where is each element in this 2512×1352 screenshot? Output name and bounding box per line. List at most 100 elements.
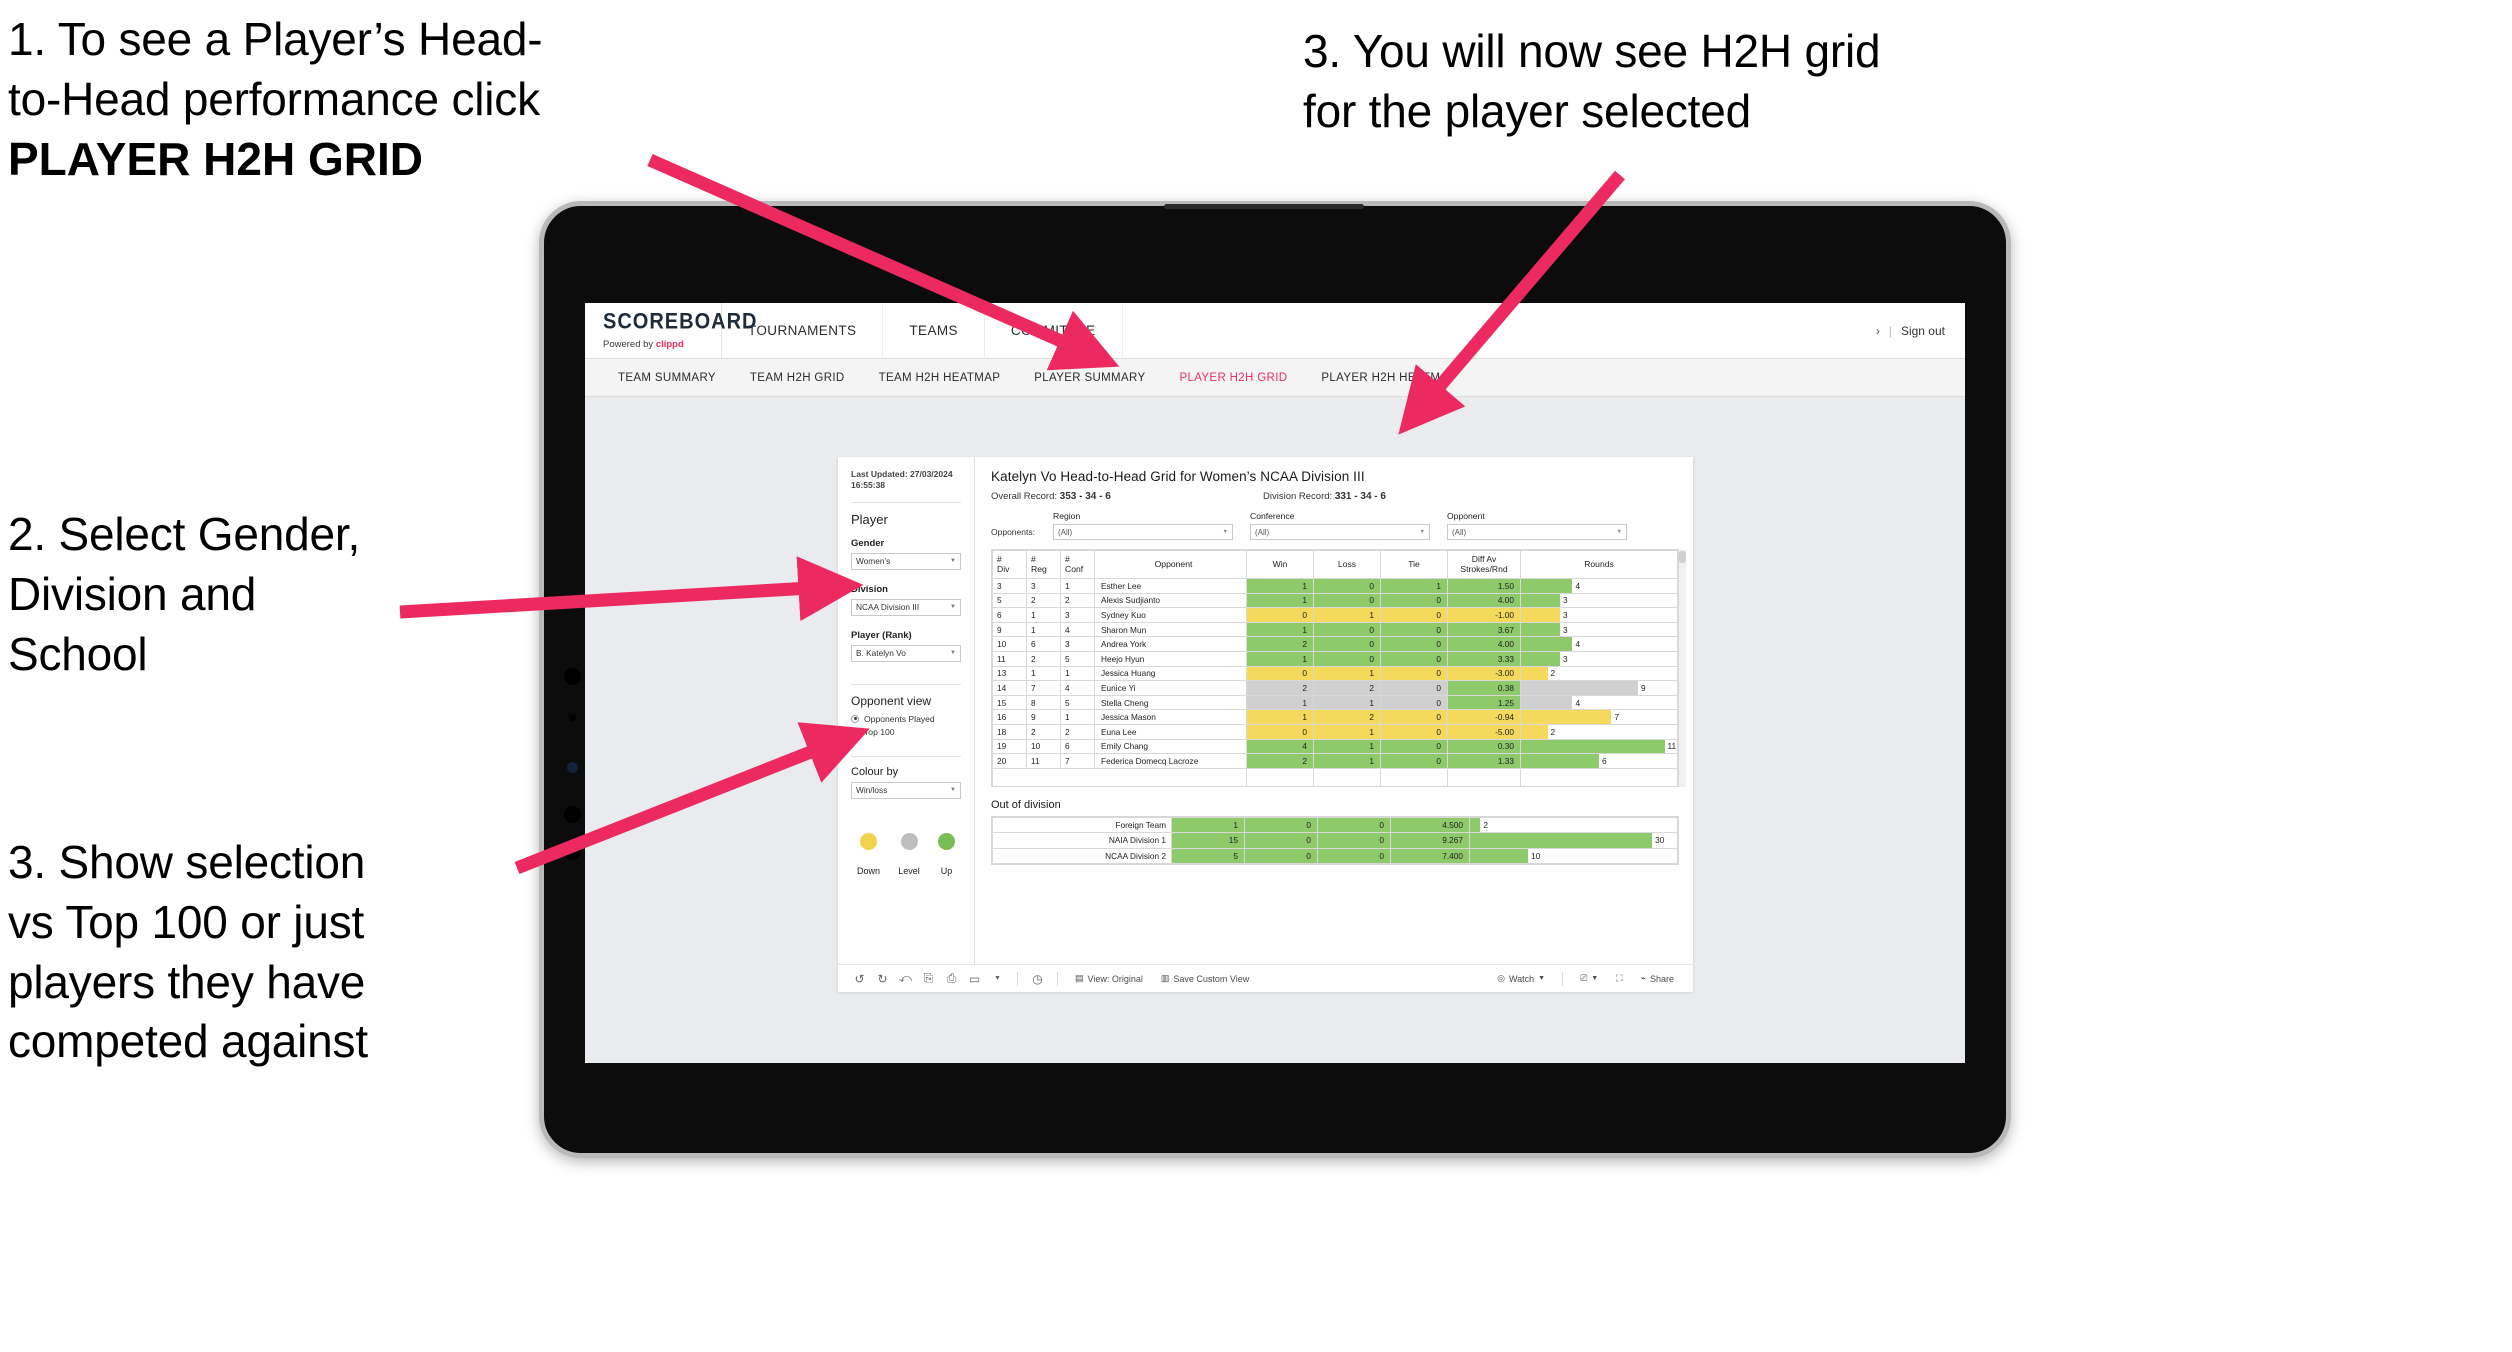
cell-win: 4	[1246, 738, 1314, 755]
table-row[interactable]: 16 9 1 Jessica Mason 1 2 0 -0.94 7	[992, 709, 1678, 725]
watch-button[interactable]: ◎ Watch ▼	[1488, 973, 1554, 984]
subnav-team-h2h-grid[interactable]: TEAM H2H GRID	[733, 372, 862, 384]
cell-rounds: 6	[1520, 753, 1678, 769]
radio-icon	[851, 727, 859, 736]
cell-diff: 3.33	[1447, 650, 1521, 667]
conference-select[interactable]: (All) ▼	[1250, 524, 1430, 540]
col-conf-l1: #	[1065, 553, 1070, 564]
view-original-button[interactable]: ▤ View: Original	[1066, 973, 1152, 984]
view-icon: ▤	[1075, 973, 1084, 983]
chevron-down-icon: ▼	[1419, 529, 1425, 535]
col-div[interactable]: # Div	[992, 550, 1027, 579]
account-chevron-icon[interactable]: ›	[1876, 324, 1880, 338]
revert-icon[interactable]: ⤺	[894, 971, 917, 986]
table-row[interactable]: 20 11 7 Federica Domecq Lacroze 2 1 0 1.33 6	[992, 753, 1678, 769]
division-select[interactable]: NCAA Division III ▼	[851, 598, 961, 616]
conference-value: (All)	[1255, 527, 1270, 537]
col-diff[interactable]: Diff Av Strokes/Rnd	[1447, 550, 1521, 579]
undo-icon[interactable]: ↺	[848, 972, 871, 986]
gender-select[interactable]: Women’s ▼	[851, 552, 961, 570]
division-record-value: 331 - 34 - 6	[1334, 491, 1386, 502]
fullscreen-button[interactable]: ⛶	[1607, 973, 1631, 984]
ood-table-row[interactable]: NCAA Division 2 5 0 0 7.400 10	[992, 847, 1678, 865]
grid-scrollbar-thumb[interactable]	[1679, 551, 1686, 563]
pause-icon[interactable]: ⎙	[940, 971, 963, 986]
cell-loss: 0	[1313, 621, 1381, 638]
table-row[interactable]: 18 2 2 Euna Lee 0 1 0 -5.00 2	[992, 723, 1678, 740]
chevron-down-icon: ▼	[1616, 529, 1622, 535]
radio-opponents-played[interactable]: Opponents Played	[851, 714, 961, 724]
dashboard-canvas: Last Updated: 27/03/2024 16:55:38 Player…	[585, 397, 1965, 1063]
cell-tie: 0	[1380, 753, 1448, 769]
cell-div: 3	[992, 578, 1027, 594]
cell-win: 1	[1246, 694, 1314, 711]
subnav-team-summary[interactable]: TEAM SUMMARY	[601, 372, 733, 384]
nav-committee[interactable]: COMMITTEE	[985, 303, 1123, 358]
table-row[interactable]: 13 1 1 Jessica Huang 0 1 0 -3.00 2	[992, 665, 1678, 682]
colour-legend: Down Level Up	[851, 832, 961, 876]
subscribe-button[interactable]: ⎚ ▼	[1571, 973, 1607, 984]
table-row[interactable]: 9 1 4 Sharon Mun 1 0 0 3.67 3	[992, 621, 1678, 638]
sign-out-link[interactable]: Sign out	[1901, 324, 1945, 338]
opponent-select[interactable]: (All) ▼	[1447, 524, 1627, 540]
col-tie[interactable]: Tie	[1380, 550, 1448, 579]
cell-tie: 0	[1380, 738, 1448, 755]
col-rounds[interactable]: Rounds	[1520, 550, 1678, 579]
col-win[interactable]: Win	[1246, 550, 1314, 579]
radio-icon	[851, 714, 859, 723]
col-loss[interactable]: Loss	[1313, 550, 1381, 579]
alerts-icon[interactable]: ◷	[1026, 972, 1049, 986]
cell-tie: 0	[1380, 607, 1448, 623]
table-row[interactable]: 19 10 6 Emily Chang 4 1 0 0.30 11	[992, 738, 1678, 755]
table-row[interactable]: 14 7 4 Eunice Yi 2 2 0 0.38 9	[992, 680, 1678, 696]
table-row[interactable]: 6 1 3 Sydney Kuo 0 1 0 -1.00 3	[992, 607, 1678, 623]
cell-rounds: 3	[1520, 592, 1678, 609]
table-row[interactable]: 11 2 5 Heejo Hyun 1 0 0 3.33 3	[992, 650, 1678, 667]
grid-scrollbar-track[interactable]	[1679, 550, 1686, 787]
cell-diff: 0.38	[1447, 680, 1521, 696]
viz-toolbar: ↺ ↻ ⤺ ⎘ ⎙ ▭ ▼ ◷ ▤ View: Original ▥ Save Cu…	[838, 964, 1693, 992]
download-icon[interactable]: ▭	[963, 972, 986, 986]
tablet-button2-icon	[564, 843, 581, 860]
col-reg[interactable]: # Reg	[1026, 550, 1061, 579]
subnav-player-h2h-heatmap[interactable]: PLAYER H2H HEATMAP	[1304, 372, 1473, 384]
chevron-down-icon: ▼	[950, 787, 956, 794]
cell-opponent: Andrea York	[1094, 636, 1247, 652]
nav-teams[interactable]: TEAMS	[883, 303, 985, 358]
share-button[interactable]: ⌁ Share	[1632, 973, 1683, 984]
table-row[interactable]: 10 6 3 Andrea York 2 0 0 4.00 4	[992, 636, 1678, 652]
dropdown-caret-icon[interactable]: ▼	[986, 975, 1009, 982]
player-select[interactable]: B. Katelyn Vo ▼	[851, 644, 961, 662]
ood-table-row[interactable]: NAIA Division 1 15 0 0 9.267 30	[992, 832, 1678, 849]
colour-by-select[interactable]: Win/loss ▼	[851, 781, 961, 799]
divider	[851, 501, 961, 503]
ood-table-row[interactable]: Foreign Team 1 0 0 4.500 2	[992, 816, 1678, 834]
subnav-player-h2h-grid[interactable]: PLAYER H2H GRID	[1162, 372, 1304, 384]
opponent-label: Opponent	[1447, 511, 1485, 521]
refresh-icon[interactable]: ⎘	[917, 971, 940, 986]
save-view-icon: ▥	[1160, 973, 1170, 983]
cell-win: 1	[1246, 578, 1314, 594]
cell-win: 1	[1246, 650, 1314, 667]
col-opponent[interactable]: Opponent	[1094, 550, 1247, 579]
brand-logo[interactable]: SCOREBOARD Powered by clippd	[585, 303, 756, 358]
subnav-player-summary[interactable]: PLAYER SUMMARY	[1017, 372, 1162, 384]
col-conf[interactable]: # Conf	[1060, 550, 1095, 579]
cell-ood-diff: 4.500	[1390, 816, 1470, 834]
h2h-table: # Div # Reg # Conf Opponent Win Loss Tie Di…	[992, 550, 1678, 787]
cell-diff: 4.00	[1447, 592, 1521, 609]
table-row[interactable]: 3 3 1 Esther Lee 1 0 1 1.50 4	[992, 578, 1678, 594]
cell-conf: 5	[1060, 694, 1095, 711]
region-select[interactable]: (All) ▼	[1053, 524, 1233, 540]
cell-diff: 3.67	[1447, 621, 1521, 638]
redo-icon[interactable]: ↻	[871, 972, 894, 986]
cell-div: 15	[992, 694, 1027, 711]
cell-rounds: 3	[1520, 650, 1678, 667]
table-row[interactable]: 5 2 2 Alexis Sudjianto 1 0 0 4.00 3	[992, 592, 1678, 609]
radio-top-100[interactable]: Top 100	[851, 727, 961, 737]
save-custom-view-button[interactable]: ▥ Save Custom View	[1152, 973, 1258, 984]
legend-label-down: Down	[857, 865, 881, 876]
table-row[interactable]: 15 8 5 Stella Cheng 1 1 0 1.25 4	[992, 694, 1678, 711]
subnav-team-h2h-heatmap[interactable]: TEAM H2H HEATMAP	[862, 372, 1018, 384]
annotation-1-line2: to-Head performance click	[8, 72, 540, 125]
